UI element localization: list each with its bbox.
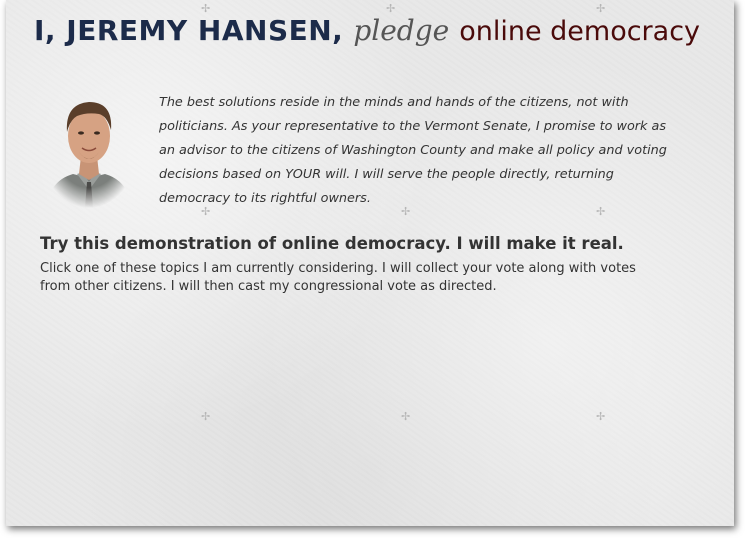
candidate-name: I, JEREMY HANSEN, <box>34 14 344 47</box>
demo-instructions: Click one of these topics I am currently… <box>40 261 636 294</box>
pledge-word: pledge <box>353 14 450 47</box>
demo-heading: Try this demonstration of online democra… <box>40 234 624 253</box>
candidate-avatar <box>47 102 131 208</box>
ornament-icon: ✢ <box>596 410 606 423</box>
pledge-topic: online democracy <box>459 16 701 47</box>
page-headline: I, JEREMY HANSEN, pledge online democracy <box>34 11 724 51</box>
pledge-statement: The best solutions reside in the minds a… <box>159 95 667 206</box>
ornament-icon: ✢ <box>201 410 211 423</box>
ornament-icon: ✢ <box>401 410 411 423</box>
